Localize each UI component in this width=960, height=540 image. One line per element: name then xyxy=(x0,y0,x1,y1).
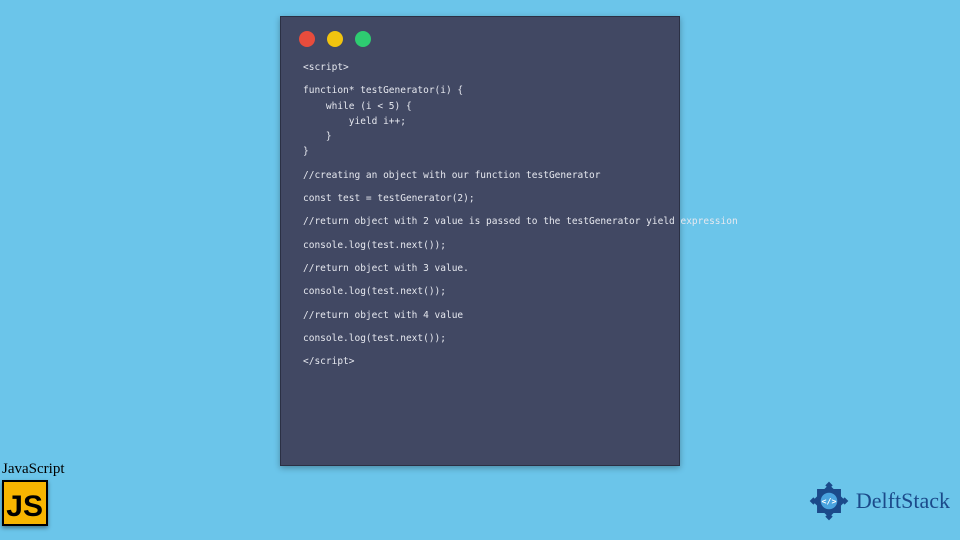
code-line: while (i < 5) { xyxy=(303,100,657,113)
code-body: <script> function* testGenerator(i) { wh… xyxy=(281,55,679,392)
code-line: function* testGenerator(i) { xyxy=(303,84,657,97)
code-line: } xyxy=(303,130,657,143)
code-line: //creating an object with our function t… xyxy=(303,169,657,182)
code-line: //return object with 2 value is passed t… xyxy=(303,215,657,228)
code-line: } xyxy=(303,145,657,158)
svg-text:</>: </> xyxy=(821,496,836,506)
delftstack-brand: </> DelftStack xyxy=(806,478,950,524)
code-line: console.log(test.next()); xyxy=(303,239,657,252)
delftstack-logo-icon: </> xyxy=(806,478,852,524)
window-traffic-lights xyxy=(281,17,679,55)
js-logo-text: JS xyxy=(6,492,43,522)
code-line: console.log(test.next()); xyxy=(303,332,657,345)
maximize-dot-icon xyxy=(355,31,371,47)
code-line: //return object with 4 value xyxy=(303,309,657,322)
code-line: </script> xyxy=(303,355,657,368)
close-dot-icon xyxy=(299,31,315,47)
code-line: //return object with 3 value. xyxy=(303,262,657,275)
code-line: const test = testGenerator(2); xyxy=(303,192,657,205)
code-line: console.log(test.next()); xyxy=(303,285,657,298)
code-line: yield i++; xyxy=(303,115,657,128)
minimize-dot-icon xyxy=(327,31,343,47)
js-badge: JavaScript JS xyxy=(2,461,64,526)
code-window: <script> function* testGenerator(i) { wh… xyxy=(280,16,680,466)
code-line: <script> xyxy=(303,61,657,74)
delftstack-text: DelftStack xyxy=(856,488,950,514)
js-label: JavaScript xyxy=(2,461,64,478)
js-logo-icon: JS xyxy=(2,480,48,526)
